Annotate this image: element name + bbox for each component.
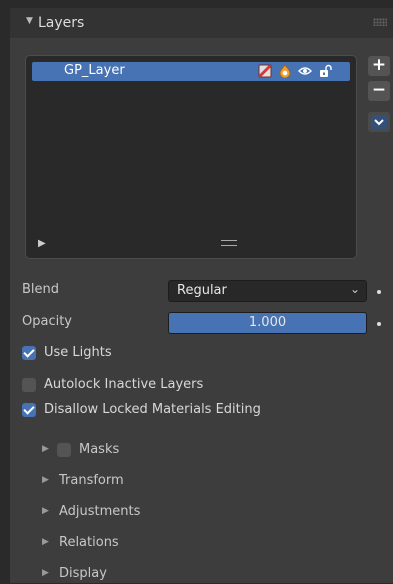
layer-name: GP_Layer — [64, 63, 125, 78]
autolock-label: Autolock Inactive Layers — [44, 377, 204, 392]
drag-grip-icon[interactable] — [373, 18, 387, 26]
opacity-slider[interactable]: 1.000 — [168, 312, 367, 334]
blend-value: Regular — [177, 283, 227, 298]
expand-arrow-icon: ▶ — [42, 475, 49, 485]
relations-label: Relations — [59, 535, 119, 550]
use-lights-label: Use Lights — [44, 345, 112, 360]
panel-header[interactable]: ▼ Layers — [10, 8, 393, 38]
blend-dropdown[interactable]: Regular ⌄ — [168, 280, 367, 302]
opacity-value: 1.000 — [248, 315, 287, 330]
layer-row[interactable]: GP_Layer — [32, 62, 350, 81]
eye-icon[interactable] — [298, 64, 312, 78]
expand-arrow-icon: ▶ — [42, 506, 49, 516]
remove-layer-button[interactable]: − — [368, 81, 390, 101]
opacity-keyframe-dot[interactable] — [377, 322, 381, 326]
expand-arrow-icon: ▶ — [42, 537, 49, 547]
adjustments-label: Adjustments — [59, 504, 141, 519]
list-resize-handle[interactable] — [221, 240, 237, 246]
layer-specials-menu-button[interactable] — [368, 112, 390, 132]
add-layer-button[interactable]: + — [368, 56, 390, 76]
layer-list[interactable]: GP_Layer ▶ — [25, 55, 357, 259]
mask-layer-icon[interactable] — [258, 64, 272, 78]
use-lights-checkbox[interactable] — [22, 346, 36, 360]
display-label: Display — [59, 566, 107, 581]
panel-title: Layers — [38, 15, 85, 31]
expand-arrow-icon: ▶ — [42, 568, 49, 578]
autolock-checkbox[interactable] — [22, 378, 36, 392]
disallow-locked-checkbox[interactable] — [22, 403, 36, 417]
onion-skin-icon[interactable] — [278, 64, 292, 78]
disallow-locked-label: Disallow Locked Materials Editing — [44, 402, 261, 417]
blend-label: Blend — [22, 282, 60, 297]
masks-label: Masks — [79, 442, 120, 457]
opacity-label: Opacity — [22, 314, 73, 329]
masks-checkbox[interactable] — [57, 443, 71, 457]
expand-arrow-icon: ▶ — [42, 444, 49, 454]
list-expand-icon[interactable]: ▶ — [38, 238, 46, 249]
collapse-arrow-icon[interactable]: ▼ — [26, 16, 33, 26]
transform-label: Transform — [59, 473, 124, 488]
chevron-down-icon — [371, 115, 387, 129]
chevron-down-icon: ⌄ — [349, 282, 360, 296]
unlock-icon[interactable] — [318, 64, 332, 78]
blend-keyframe-dot[interactable] — [377, 290, 381, 294]
